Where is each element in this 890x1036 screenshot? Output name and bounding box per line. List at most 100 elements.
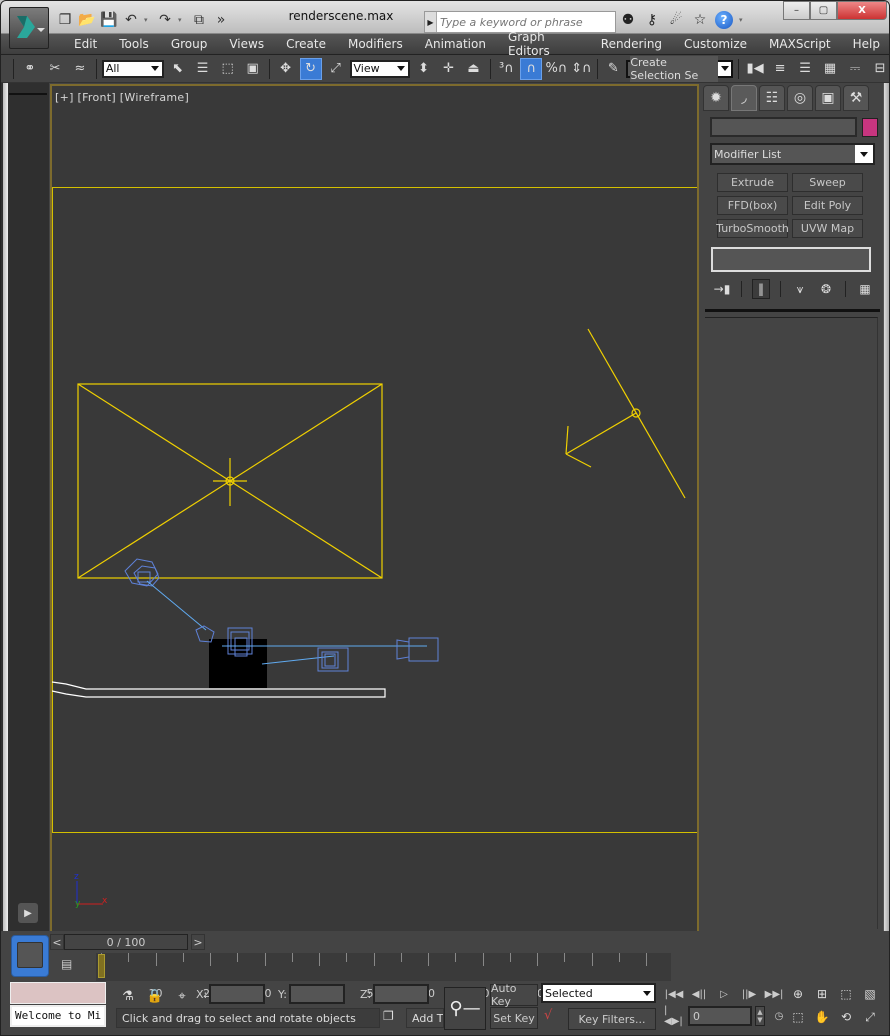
search-input[interactable] [437, 15, 607, 29]
menu-animation[interactable]: Animation [414, 37, 497, 51]
zoom-extents-all-icon[interactable]: ▧ [859, 984, 881, 1004]
lock-icon[interactable]: 🔒 [146, 985, 164, 1007]
align-icon[interactable]: ≡ [769, 58, 791, 80]
next-frame-icon[interactable]: ||▶ [738, 984, 760, 1004]
absolute-mode-icon[interactable]: ⌖ [173, 985, 191, 1007]
isolate-selection-icon[interactable]: ❐ [383, 1009, 399, 1027]
keyboard-shortcut-icon[interactable]: ⏏ [463, 58, 485, 80]
display-tab-icon[interactable]: ▣ [815, 85, 841, 111]
menu-edit[interactable]: Edit [63, 37, 108, 51]
go-to-start-icon[interactable]: |◀◀ [663, 984, 685, 1004]
open-folder-icon[interactable]: 📂 [78, 11, 96, 29]
coord-z-field[interactable] [373, 984, 430, 1004]
scene-explorer-icon[interactable]: ▦ [819, 58, 841, 80]
move-icon[interactable]: ✥ [275, 58, 297, 80]
utilities-tab-icon[interactable]: ⚒ [843, 85, 869, 111]
go-to-end-icon[interactable]: ▶▶| [763, 984, 785, 1004]
bind-space-warp-icon[interactable]: ≈ [69, 58, 91, 80]
maximize-viewport-icon[interactable]: ⤢ [859, 1007, 881, 1027]
auto-key-button[interactable]: Auto Key [490, 982, 538, 1008]
play-icon[interactable]: ▷ [713, 984, 735, 1004]
maxscript-listener-output[interactable]: Welcome to Mi [10, 1005, 106, 1027]
current-frame-marker[interactable] [98, 954, 105, 978]
modifier-button-uvw-map[interactable]: UVW Map [792, 219, 863, 238]
scale-icon[interactable]: ⤢ [325, 58, 347, 80]
unlink-icon[interactable]: ✂ [44, 58, 66, 80]
make-unique-icon[interactable]: ⩛ [791, 279, 809, 299]
key-mode-toggle-icon[interactable]: |◀▶| [663, 1005, 685, 1027]
save-icon[interactable]: 💾 [100, 11, 118, 29]
restore-button[interactable]: ▢ [810, 1, 837, 20]
orbit-icon[interactable]: ⟲ [835, 1007, 857, 1027]
chevron-down-icon[interactable]: ▾ [739, 16, 747, 24]
project-folder-icon[interactable]: ⧉ [190, 11, 208, 29]
show-end-result-icon[interactable]: ‖ [752, 279, 770, 299]
menu-help[interactable]: Help [842, 37, 889, 51]
more-icon[interactable]: » [212, 11, 230, 29]
menu-customize[interactable]: Customize [673, 37, 758, 51]
rotate-icon[interactable]: ↻ [299, 57, 322, 80]
select-object-icon[interactable]: ⬉ [167, 58, 189, 80]
binoculars-icon[interactable]: ⚉ [619, 11, 637, 29]
modifier-stack[interactable] [711, 247, 871, 272]
viewport-layout-button[interactable] [11, 935, 49, 977]
motion-tab-icon[interactable]: ◎ [787, 85, 813, 111]
menu-modifiers[interactable]: Modifiers [337, 37, 414, 51]
pivot-center-icon[interactable]: ⬍ [413, 58, 435, 80]
set-key-button[interactable]: Set Key [490, 1007, 538, 1029]
pin-stack-icon[interactable]: →▮ [713, 279, 731, 299]
current-frame-field[interactable]: 0 [688, 1006, 752, 1026]
close-button[interactable]: X [837, 1, 887, 20]
lightbulb-icon[interactable]: ⚗ [119, 985, 137, 1007]
manipulate-icon[interactable]: ✛ [438, 58, 460, 80]
viewport-canvas[interactable]: z y x [52, 86, 697, 931]
command-panel-scrollbar[interactable] [883, 83, 889, 931]
window-crossing-icon[interactable]: ▣ [242, 58, 264, 80]
named-selection-dropdown[interactable]: Create Selection Se [626, 55, 734, 82]
modify-tab-icon[interactable]: ◞ [731, 85, 757, 111]
frame-spinner[interactable]: ▲ ▼ [755, 1006, 765, 1026]
new-file-icon[interactable]: ❐ [56, 11, 74, 29]
application-button[interactable] [9, 7, 49, 49]
scrollbar-thumb[interactable] [884, 83, 889, 931]
link-icon[interactable]: ⚭ [19, 58, 41, 80]
minimize-button[interactable]: – [783, 1, 810, 20]
angle-snap-icon[interactable]: ∩ [520, 57, 543, 80]
modifier-button-edit-poly[interactable]: Edit Poly [792, 196, 863, 215]
mirror-icon[interactable]: ▮◀ [744, 58, 766, 80]
modifier-button-sweep[interactable]: Sweep [792, 173, 863, 192]
menu-views[interactable]: Views [218, 37, 275, 51]
time-slider-thumb[interactable]: 0 / 100 [64, 934, 188, 950]
front-viewport[interactable]: z y x [+] [Front] [Wireframe] [50, 84, 699, 933]
chevron-down-icon[interactable]: ▾ [178, 16, 186, 24]
search-expand-icon[interactable]: ▶ [425, 12, 437, 32]
pan-icon[interactable]: ✋ [811, 1007, 833, 1027]
zoom-icon[interactable]: ⊕ [787, 984, 809, 1004]
curve-editor-icon[interactable]: ⎓ [844, 58, 866, 80]
modifier-list-dropdown[interactable]: Modifier List [710, 143, 875, 165]
redo-icon[interactable]: ↷ [156, 11, 174, 29]
edit-named-selection-icon[interactable]: ✎ [603, 58, 623, 80]
create-tab-icon[interactable]: ✹ [703, 85, 729, 111]
spinner-snap-icon[interactable]: ⇕∩ [570, 58, 592, 80]
selection-filter-dropdown[interactable]: All [101, 59, 164, 78]
star-icon[interactable]: ☆ [691, 11, 709, 29]
maxscript-listener-input[interactable] [10, 982, 106, 1004]
menu-group[interactable]: Group [160, 37, 219, 51]
configure-sets-icon[interactable]: ▦ [856, 279, 874, 299]
object-color-swatch[interactable] [862, 118, 878, 137]
modifier-button-ffd-box-[interactable]: FFD(box) [717, 196, 788, 215]
open-mini-curve-editor-icon[interactable]: ▤ [61, 957, 79, 975]
zoom-extents-icon[interactable]: ⬚ [835, 984, 857, 1004]
coord-x-field[interactable] [209, 984, 266, 1004]
menu-tools[interactable]: Tools [108, 37, 160, 51]
snap-3d-icon[interactable]: ³∩ [495, 58, 517, 80]
help-icon[interactable]: ? [715, 11, 733, 29]
set-key-mode-key-icon[interactable]: ⚲— [444, 987, 486, 1030]
menu-graph-editors[interactable]: Graph Editors [497, 30, 590, 58]
schematic-view-icon[interactable]: ⊟ [869, 58, 889, 80]
reference-coordinate-dropdown[interactable]: View [349, 59, 410, 78]
time-slider-next[interactable]: > [191, 934, 205, 950]
layer-manager-icon[interactable]: ☰ [794, 58, 816, 80]
chevron-down-icon[interactable]: ▾ [144, 16, 152, 24]
